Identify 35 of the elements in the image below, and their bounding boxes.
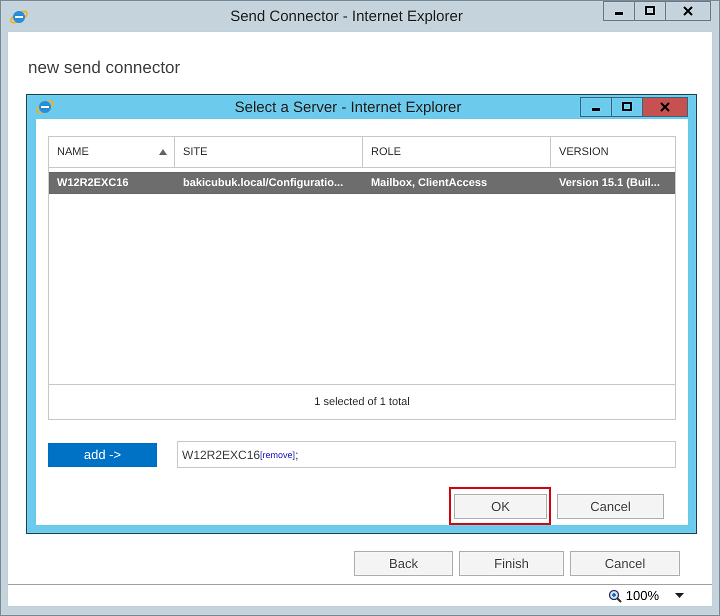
dropdown-icon[interactable]: [675, 592, 684, 598]
selection-count: 1 selected of 1 total: [314, 396, 410, 408]
maximize-icon: [622, 102, 632, 112]
dialog-button[interactable]: Cancel: [557, 494, 664, 519]
table-row[interactable]: W12R2EXC16 bakicubuk.local/Configuratio... Mailbox, ClientAccess Version 15.1 (Buil...: [49, 172, 675, 194]
zoom-icon: [608, 588, 622, 602]
add-button[interactable]: add ->: [48, 442, 157, 466]
window-title: Send Connector - Internet Explorer: [229, 8, 464, 25]
minimize-button[interactable]: [603, 1, 635, 21]
selected-server: W12R2EXC16: [182, 448, 260, 462]
column-header[interactable]: ROLE: [363, 137, 551, 167]
dialog-title: Select a Server - Internet Explorer: [234, 98, 462, 116]
table-cell-text: bakicubuk.local/Configuratio...: [182, 177, 344, 189]
column-header[interactable]: NAME: [49, 137, 175, 167]
close-icon: [660, 102, 670, 112]
wizard-button[interactable]: Cancel: [570, 551, 680, 576]
table-cell-text: Version 15.1 (Buil...: [558, 177, 661, 189]
column-header[interactable]: SITE: [175, 137, 363, 167]
table-cell-text: Mailbox, ClientAccess: [370, 177, 488, 189]
maximize-button[interactable]: [611, 97, 643, 117]
wizard-button[interactable]: Finish: [459, 551, 564, 576]
page-heading: new send connector: [28, 58, 182, 78]
wizard-button[interactable]: Back: [354, 551, 453, 576]
column-header[interactable]: VERSION: [551, 137, 675, 167]
dialog-button[interactable]: OK: [454, 494, 547, 519]
minimize-button[interactable]: [580, 97, 612, 117]
maximize-button[interactable]: [634, 1, 666, 21]
zoom-level[interactable]: 100%: [626, 588, 659, 603]
close-icon: [683, 6, 693, 16]
maximize-icon: [645, 6, 655, 16]
separator: ;: [295, 448, 298, 462]
selected-servers-field[interactable]: W12R2EXC16[remove];: [177, 441, 676, 468]
table-cell-text: W12R2EXC16: [56, 177, 130, 189]
remove-link[interactable]: [remove]: [260, 450, 296, 460]
close-button[interactable]: [665, 1, 711, 21]
